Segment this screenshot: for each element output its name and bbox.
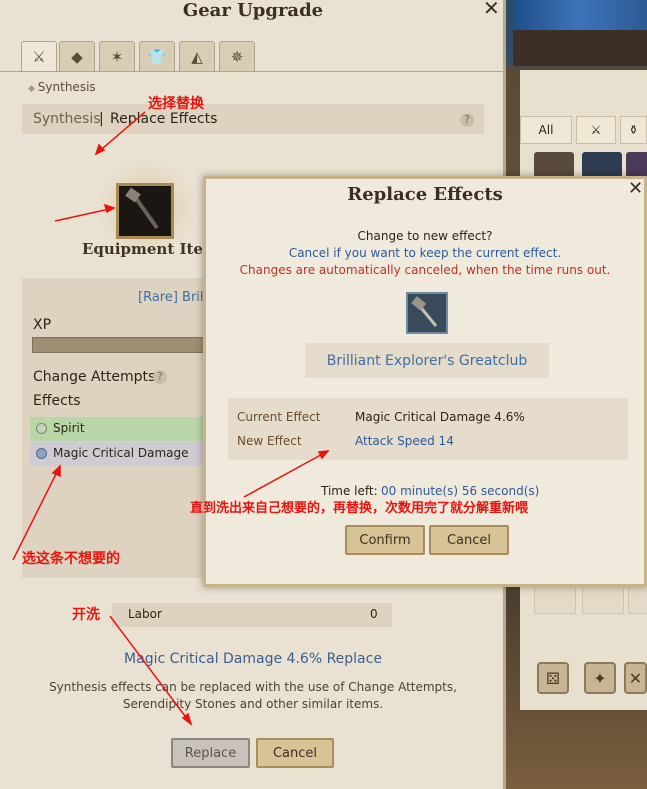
annotation-arrows — [12, 111, 330, 726]
arrow-line — [109, 615, 192, 725]
arrow-line — [95, 111, 146, 155]
arrow-head — [103, 203, 116, 214]
arrow-head — [317, 450, 330, 460]
arrow-head — [94, 143, 106, 156]
arrow-line — [12, 465, 61, 561]
arrow-line — [243, 450, 329, 498]
arrow-line — [54, 207, 115, 222]
arrow-head — [51, 464, 61, 478]
